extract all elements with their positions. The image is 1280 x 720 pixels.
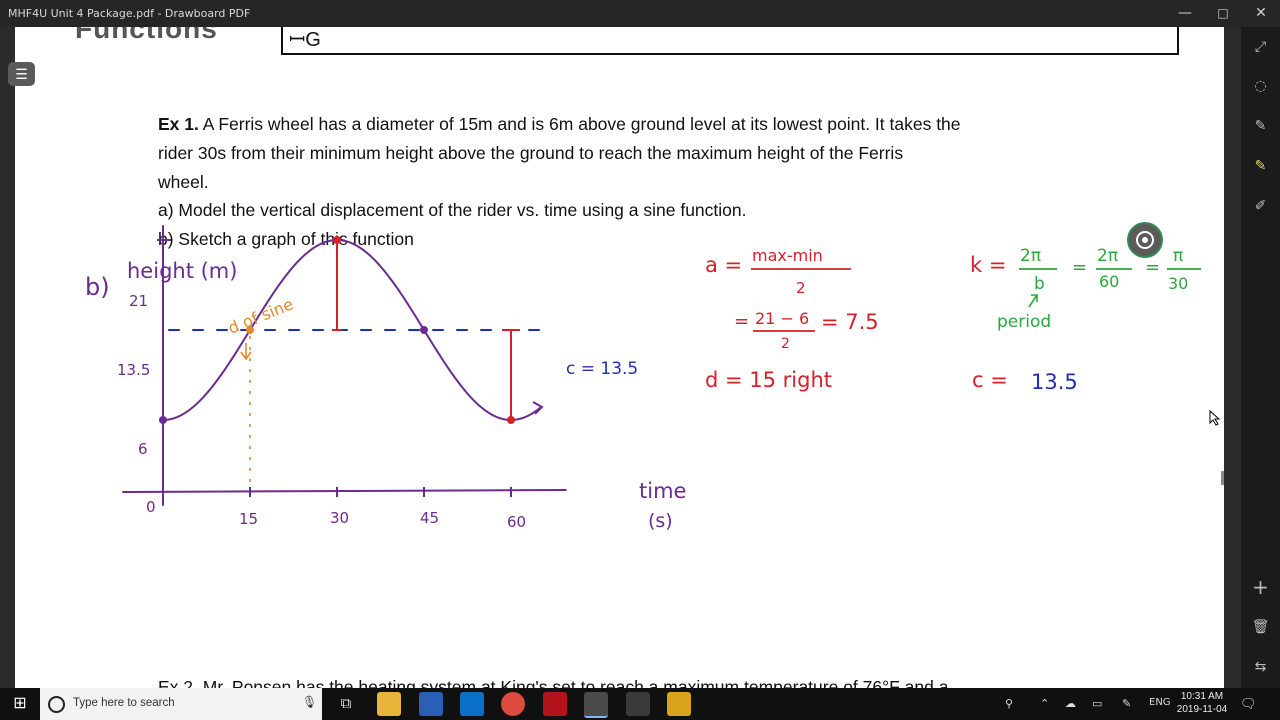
ink-layer[interactable]: b) height (m) time (s) c = 13.5 d of sin… [15, 27, 1224, 688]
shift-note-arrow [240, 343, 252, 361]
a-numerator: max-min [752, 246, 823, 265]
amplitude-bar-min [502, 329, 520, 420]
windows-taskbar: ⊞ Type here to search 🎙 ⧉ ⚲ ⌃ ☁ ▭ ✎ ENG … [0, 688, 1280, 720]
pointer-tool-icon[interactable]: ⤢ [1241, 32, 1280, 62]
window-title: MHF4U Unit 4 Package.pdf - Drawboard PDF [8, 7, 251, 20]
language-indicator[interactable]: ENG [1149, 697, 1171, 708]
snipping-icon[interactable] [626, 692, 650, 716]
key-point [159, 416, 167, 424]
acrobat-icon[interactable] [543, 692, 567, 716]
maximize-button[interactable]: □ [1204, 0, 1242, 27]
pen-icon[interactable]: ✎ [1122, 697, 1131, 710]
drawboard-icon[interactable] [584, 692, 608, 718]
eraser-tool-icon[interactable]: ✐ [1241, 191, 1280, 221]
microphone-icon[interactable]: 🎙 [302, 695, 317, 709]
right-toolbar: ⤢ ◌ ✎ ✎ ✐ + 🗑 ⇆ [1241, 27, 1280, 688]
a2-lhs: = [734, 311, 749, 332]
a-lhs: a = [705, 253, 742, 277]
x-tick-label: 60 [507, 513, 526, 531]
key-point [507, 416, 515, 424]
x-axis-unit: (s) [648, 510, 673, 532]
k-denominator-2: 60 [1099, 272, 1119, 291]
pdf-page[interactable]: Functions ꟷG Ex 1. A Ferris wheel has a … [15, 27, 1224, 688]
chrome-icon[interactable] [501, 692, 525, 716]
k-equals-1: = [1072, 257, 1087, 278]
battery-icon[interactable]: ▭ [1092, 697, 1102, 710]
k-lhs: k = [970, 253, 1006, 277]
cortana-icon [48, 696, 65, 713]
x-tick-label: 0 [146, 498, 156, 516]
k-equals-2: = [1145, 257, 1160, 278]
c-lhs: c = [972, 368, 1008, 392]
key-point [333, 236, 341, 244]
pen-tool-icon[interactable]: ✎ [1241, 111, 1280, 141]
y-tick-label: 6 [138, 440, 148, 458]
chevron-up-icon[interactable]: ⌃ [1040, 697, 1049, 710]
trash-icon[interactable]: 🗑 [1241, 612, 1280, 642]
task-view-icon[interactable]: ⧉ [334, 692, 358, 716]
minimize-button[interactable]: — [1166, 0, 1204, 27]
k-numerator-2: 2π [1097, 246, 1118, 266]
window-titlebar: MHF4U Unit 4 Package.pdf - Drawboard PDF… [0, 0, 1280, 27]
clock-date: 2019-11-04 [1176, 704, 1228, 715]
add-page-icon[interactable]: + [1241, 572, 1280, 602]
x-tick-label: 45 [420, 509, 439, 527]
onedrive-icon[interactable]: ☁ [1065, 697, 1076, 710]
amplitude-bar-max [332, 240, 342, 331]
y-tick-label: 13.5 [117, 361, 150, 379]
next-problem-text: Ex 2. Mr. Ponsen has the heating system … [158, 677, 949, 688]
shift-note: d of sine [225, 294, 296, 337]
notifications-icon[interactable]: 🗨 [1240, 696, 1257, 712]
x-axis [122, 489, 567, 493]
period-arrow [1028, 294, 1038, 308]
a2-denominator: 2 [781, 336, 790, 352]
part-b-label: b) [85, 273, 110, 301]
x-axis-label: time [639, 479, 686, 503]
k-denominator-1: b [1034, 274, 1045, 294]
app-icon[interactable] [667, 692, 691, 716]
d-line: d = 15 right [705, 368, 832, 392]
k-denominator-3: 30 [1168, 274, 1188, 293]
midline-label: c = 13.5 [566, 359, 638, 379]
key-point [420, 326, 428, 334]
a2-result: = 7.5 [821, 310, 879, 334]
k-numerator-3: π [1173, 246, 1183, 266]
taskbar-clock[interactable]: 10:31 AM 2019-11-04 [1172, 690, 1232, 716]
mouse-cursor-icon [1209, 409, 1221, 426]
c-value: 13.5 [1031, 370, 1078, 394]
floating-settings-button[interactable] [1127, 222, 1163, 258]
menu-icon[interactable]: ☰ [8, 62, 35, 86]
search-placeholder: Type here to search [73, 697, 175, 709]
y-axis-label: height (m) [127, 259, 237, 283]
a2-numerator: 21 − 6 [755, 309, 809, 328]
k-numerator-1: 2π [1020, 246, 1041, 266]
swap-icon[interactable]: ⇆ [1241, 652, 1280, 682]
a-denominator: 2 [796, 279, 806, 297]
outlook-icon[interactable] [460, 692, 484, 716]
word-icon[interactable] [419, 692, 443, 716]
lasso-tool-icon[interactable]: ◌ [1241, 71, 1280, 101]
document-viewer[interactable]: Functions ꟷG Ex 1. A Ferris wheel has a … [0, 27, 1241, 688]
y-tick-label: 21 [129, 292, 148, 310]
people-icon[interactable]: ⚲ [1005, 697, 1013, 710]
period-note: period [997, 312, 1051, 332]
clock-time: 10:31 AM [1180, 691, 1224, 702]
taskbar-search-box[interactable]: Type here to search 🎙 [40, 688, 322, 720]
scroll-handle[interactable] [1221, 471, 1224, 485]
x-tick-label: 15 [239, 510, 258, 528]
x-tick-label: 30 [330, 509, 349, 527]
file-explorer-icon[interactable] [377, 692, 401, 716]
highlighter-tool-icon[interactable]: ✎ [1241, 151, 1280, 181]
close-button[interactable]: ✕ [1242, 0, 1280, 27]
windows-start-icon[interactable]: ⊞ [0, 688, 40, 720]
